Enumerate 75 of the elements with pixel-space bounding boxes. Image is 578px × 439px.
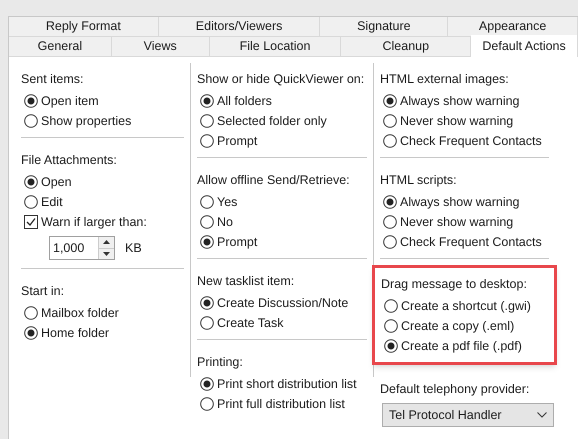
radio-button[interactable] [200, 195, 214, 209]
tab[interactable]: Editors/Viewers [158, 17, 320, 37]
option-label: Always show warning [400, 92, 520, 110]
option-label: Create Discussion/Note [217, 294, 348, 312]
radio-button[interactable] [383, 134, 397, 148]
option-label: All folders [217, 92, 272, 110]
option-label: Show properties [41, 112, 132, 130]
radio-button[interactable] [384, 319, 398, 333]
option-label: Create Task [217, 314, 284, 332]
group-label: Show or hide QuickViewer on: [197, 71, 366, 88]
unit-label: KB [125, 240, 142, 257]
group-label: Printing: [197, 354, 244, 371]
tab[interactable]: Default Actions [471, 35, 578, 57]
tab[interactable]: Views [112, 37, 210, 57]
group-label: File Attachments: [21, 152, 118, 169]
checkbox[interactable] [24, 215, 38, 229]
option-label: Yes [217, 194, 238, 211]
radio-button[interactable] [24, 306, 38, 320]
radio-button[interactable] [200, 235, 214, 249]
radio-button[interactable] [200, 94, 214, 108]
tab[interactable]: General [9, 37, 112, 57]
radio-button[interactable] [24, 175, 38, 189]
dropdown[interactable]: Tel Protocol Handler [382, 403, 554, 427]
tab[interactable]: Appearance [448, 17, 578, 37]
tab[interactable]: Cleanup [341, 37, 472, 57]
option-label: Check Frequent Contacts [400, 234, 542, 251]
radio-button[interactable] [200, 114, 214, 128]
option-label: Open [41, 174, 72, 191]
group-label: Start in: [21, 283, 66, 300]
option-label: Never show warning [400, 112, 514, 130]
option-label: Always show warning [400, 194, 520, 211]
group-label: Sent items: [21, 71, 85, 88]
radio-button[interactable] [24, 114, 38, 128]
radio-button[interactable] [200, 134, 214, 148]
group-label: HTML external images: [380, 71, 510, 88]
group-label: Allow offline Send/Retrieve: [197, 172, 351, 189]
radio-button[interactable] [24, 195, 38, 209]
option-label: Warn if larger than: [41, 214, 147, 231]
group-label: Drag message to desktop: [381, 276, 528, 293]
radio-button[interactable] [383, 235, 397, 249]
option-label: Create a pdf file (.pdf) [401, 338, 522, 355]
chevron-down-icon [537, 412, 547, 418]
option-label: Create a shortcut (.gwi) [401, 298, 531, 315]
radio-button[interactable] [200, 215, 214, 229]
radio-button[interactable] [200, 296, 214, 310]
radio-button[interactable] [200, 397, 214, 411]
radio-button[interactable] [383, 94, 397, 108]
tab[interactable]: Signature [320, 17, 448, 37]
radio-button[interactable] [384, 299, 398, 313]
radio-button[interactable] [200, 377, 214, 391]
option-label: Open item [41, 92, 99, 110]
option-label: Print short distribution list [217, 376, 357, 393]
option-label: Home folder [41, 324, 110, 342]
radio-button[interactable] [24, 94, 38, 108]
option-label: Mailbox folder [41, 304, 119, 322]
radio-button[interactable] [384, 339, 398, 353]
radio-button[interactable] [24, 326, 38, 340]
option-label: Never show warning [400, 214, 514, 231]
option-label: No [217, 214, 233, 231]
group-label: HTML scripts: [380, 172, 458, 189]
tab[interactable]: Reply Format [9, 17, 159, 37]
option-label: Edit [41, 194, 63, 211]
radio-button[interactable] [383, 215, 397, 229]
tab[interactable]: File Location [210, 37, 342, 57]
group-label: New tasklist item: [197, 273, 296, 290]
radio-button[interactable] [383, 195, 397, 209]
option-label: Prompt [217, 132, 258, 150]
radio-button[interactable] [200, 316, 214, 330]
option-label: Prompt [217, 234, 258, 251]
option-label: Create a copy (.eml) [401, 318, 514, 335]
option-label: Selected folder only [217, 112, 327, 130]
radio-button[interactable] [383, 114, 397, 128]
option-label: Check Frequent Contacts [400, 132, 542, 150]
group-label: Default telephony provider: [380, 381, 530, 398]
option-label: Print full distribution list [217, 396, 345, 413]
